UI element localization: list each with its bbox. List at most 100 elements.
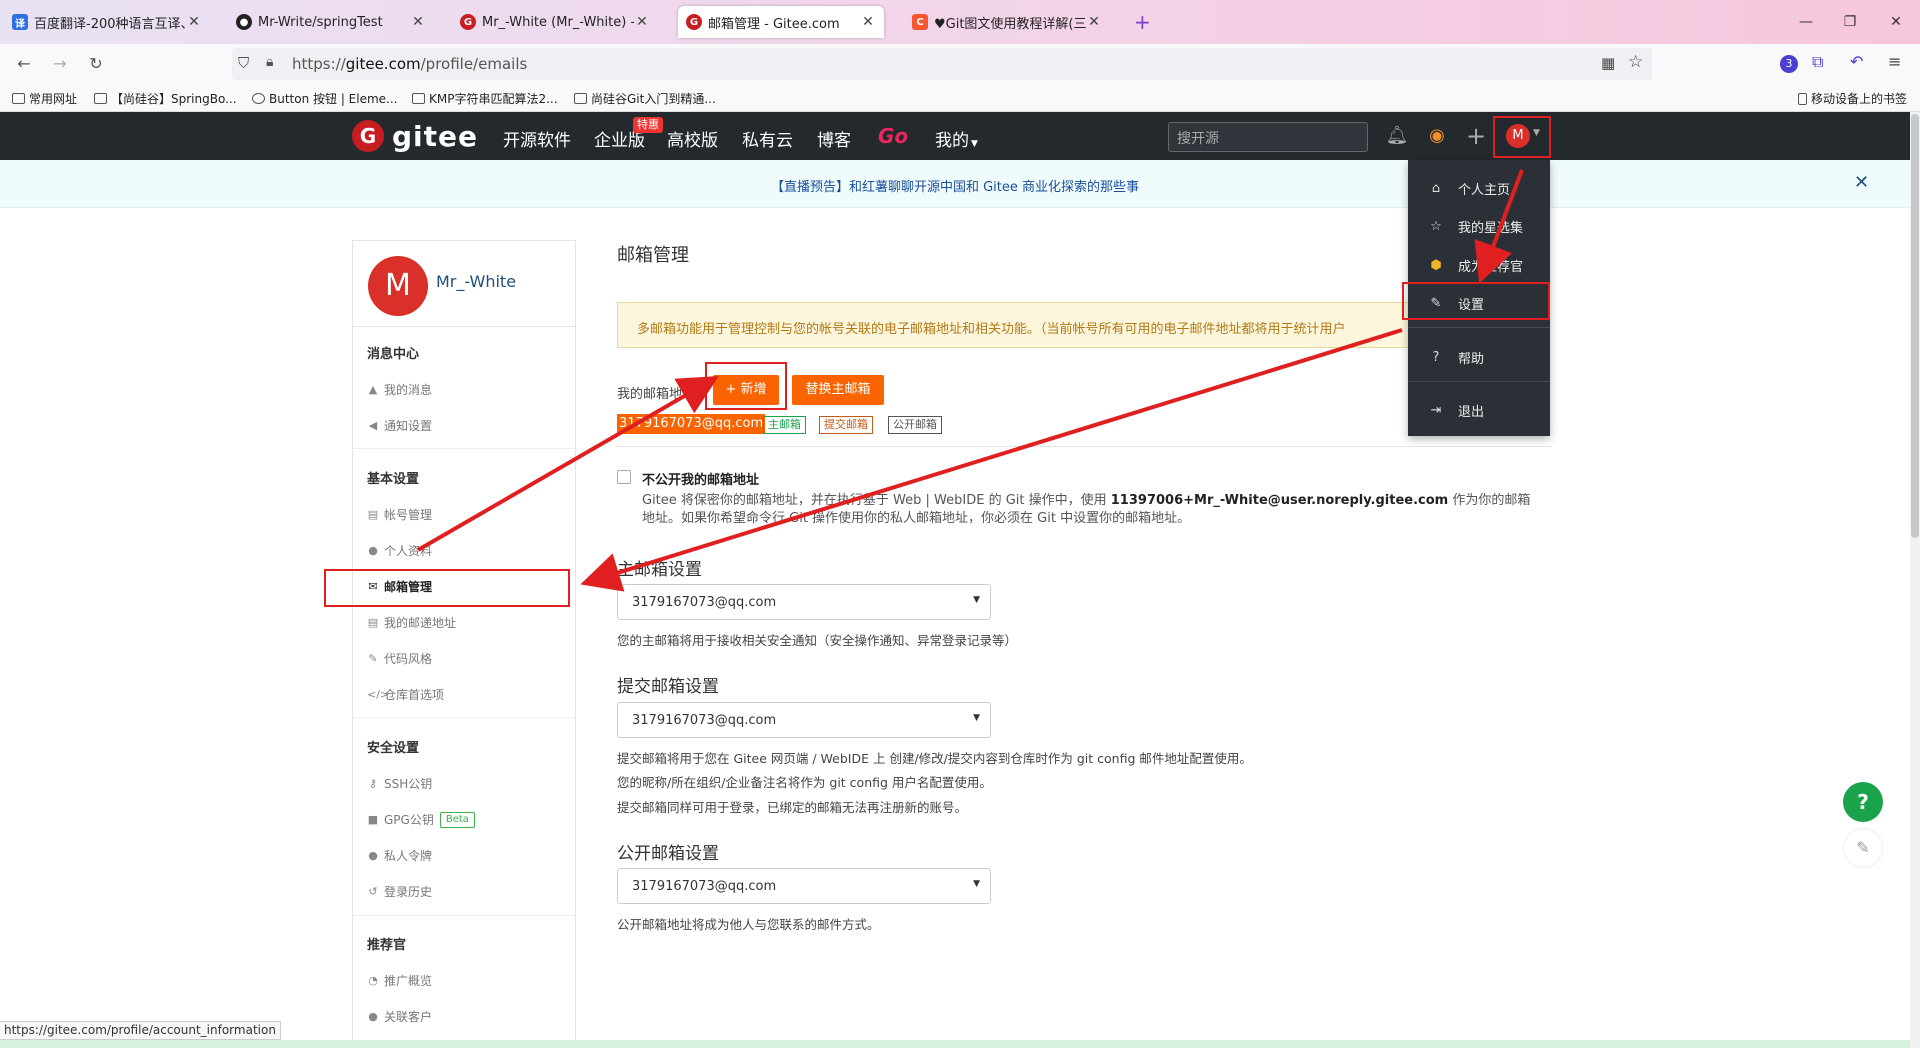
menu-item-help[interactable]: ? 帮助 [1428,348,1484,367]
caret-down-icon: ▼ [973,879,980,889]
sidebar-item-gpg[interactable]: ■ GPG公钥 Beta [367,811,475,828]
bookmark-icon [94,93,107,104]
url-host: gitee.com [345,55,421,73]
bell-icon[interactable]: 🔔︎ [1385,124,1409,148]
qr-code-icon[interactable]: ▦ [1601,54,1615,72]
feedback-edit-icon[interactable]: ✎ [1843,828,1883,868]
browser-tab-emails[interactable]: G 邮箱管理 - Gitee.com ✕ [678,6,884,38]
sidebar-item-token[interactable]: ● 私人令牌 [367,847,432,864]
menu-item-label: 个人主页 [1458,183,1511,198]
minimize-icon[interactable]: — [1786,8,1826,36]
public-tag: 公开邮箱 [888,416,942,434]
nav-education[interactable]: 高校版 [667,126,718,151]
extension-icon[interactable]: ⧉ [1812,52,1823,72]
browser-tab-gitee-profile[interactable]: G Mr_-White (Mr_-White) - Gitee ✕ [452,6,658,38]
mobile-bookmarks[interactable]: 移动设备上的书签 [1798,90,1907,107]
caret-down-icon: ▼ [971,139,978,149]
recommend-icon[interactable]: ◉ [1425,124,1449,148]
sidebar-item-repo-prefs[interactable]: </> 仓库首选项 [367,686,444,703]
nav-open-source[interactable]: 开源软件 [503,126,571,151]
promo-badge: 特惠 [633,117,663,133]
announcement-close-icon[interactable]: ✕ [1854,172,1869,193]
close-icon[interactable]: ✕ [410,14,426,30]
history-icon: ↺ [368,885,378,898]
menu-item-collections[interactable]: ☆ 我的星选集 [1428,217,1523,236]
url-text[interactable]: https://gitee.com/profile/emails [292,54,527,74]
select-value: 3179167073@qq.com [632,713,777,728]
menu-icon[interactable]: ≡ [1888,52,1901,71]
sidebar-item-account[interactable]: ▤ 帐号管理 [367,506,432,523]
bookmark-star-icon[interactable]: ☆ [1628,52,1643,72]
sidebar-item-code-style[interactable]: ✎ 代码风格 [367,650,432,667]
nav-blog[interactable]: 博客 [817,126,851,151]
sidebar-item-login-history[interactable]: ↺ 登录历史 [367,883,432,900]
menu-item-homepage[interactable]: ⌂ 个人主页 [1428,179,1510,198]
star-icon: ☆ [1430,219,1442,234]
nav-private-cloud[interactable]: 私有云 [742,126,793,151]
window-close-icon[interactable]: ✕ [1876,8,1916,36]
logout-icon: ⇥ [1430,403,1442,418]
public-email-select[interactable]: 3179167073@qq.com ▼ [617,868,991,904]
section-divider [617,446,1552,447]
menu-item-recommender[interactable]: ⬢ 成为推荐官 [1428,256,1523,275]
sidebar-item-label: 推广概览 [384,974,433,988]
bookmark-item[interactable]: KMP字符串匹配算法2... [412,90,558,107]
beta-badge: Beta [439,811,475,828]
sidebar-item-overview[interactable]: ◔ 推广概览 [367,972,432,989]
sidebar-item-ssh[interactable]: ⚷ SSH公钥 [367,775,432,792]
sidebar-item-notification-settings[interactable]: ◀ 通知设置 [367,417,432,434]
nav-go[interactable]: Go [878,124,908,148]
sidebar-avatar[interactable]: M [368,256,428,316]
commit-email-select[interactable]: 3179167073@qq.com ▼ [617,702,991,738]
extension-badge[interactable]: 3 [1780,55,1798,73]
scrollbar-thumb[interactable] [1911,114,1919,538]
forward-icon[interactable]: → [48,52,72,76]
csdn-icon: C [912,14,928,30]
tab-title: 百度翻译-200种语言互译、沟通 [34,16,186,32]
bookmark-item[interactable]: Button 按钮 | Eleme... [252,90,398,107]
sidebar-item-label: 代码风格 [384,652,433,666]
sidebar-item-profile[interactable]: ● 个人资料 [367,542,432,559]
private-email-label[interactable]: 不公开我的邮箱地址 [642,469,759,488]
close-icon[interactable]: ✕ [634,14,650,30]
caret-down-icon: ▼ [973,595,980,605]
reload-icon[interactable]: ↻ [84,52,108,76]
help-float-button[interactable]: ? [1843,782,1883,822]
announcement-text[interactable]: 【直播预告】和红薯聊聊开源中国和 Gitee 商业化探索的那些事 [0,176,1910,195]
nav-mine[interactable]: 我的 ▼ [935,126,978,151]
private-email-checkbox[interactable] [617,470,631,484]
bottom-strip [0,1040,1910,1048]
bookmark-label: 常用网址 [29,92,78,106]
browser-tab-github[interactable]: ● Mr-Write/springTest ✕ [228,6,434,38]
menu-item-logout[interactable]: ⇥ 退出 [1428,401,1484,420]
bookmark-item[interactable]: 尚硅谷Git入门到精通... [574,90,716,107]
sidebar-item-my-messages[interactable]: ▲ 我的消息 [367,381,432,398]
annotation-box-email-menu [324,569,570,607]
bookmark-item[interactable]: 【尚硅谷】SpringBo... [94,90,237,107]
close-icon[interactable]: ✕ [860,14,876,30]
sidebar-username[interactable]: Mr_-White [436,272,516,291]
new-tab-icon[interactable]: + [1134,10,1151,34]
switch-primary-button[interactable]: 替换主邮箱 [792,375,884,405]
back-icon[interactable]: ← [12,52,36,76]
close-icon[interactable]: ✕ [1086,14,1102,30]
undo-icon[interactable]: ↶ [1850,52,1863,71]
bookmark-item[interactable]: 常用网址 [12,90,77,107]
browser-tab-csdn[interactable]: C ♥Git图文使用教程详解(三)_生 ✕ [904,6,1110,38]
sidebar-divider [352,915,576,916]
close-icon[interactable]: ✕ [186,14,202,30]
restore-icon[interactable]: ❐ [1830,8,1870,36]
page-title: 邮箱管理 [617,245,689,266]
gitee-logo[interactable]: G gitee [352,120,478,153]
shield-icon[interactable]: ⛉ [238,54,249,72]
sidebar-item-clients[interactable]: ● 关联客户 [367,1008,432,1025]
sidebar-item-address[interactable]: ▤ 我的邮递地址 [367,614,456,631]
primary-email-select[interactable]: 3179167073@qq.com ▼ [617,584,991,620]
browser-tab-translate[interactable]: 译 百度翻译-200种语言互译、沟通 ✕ [4,6,210,38]
annotation-box-add [705,362,787,410]
plus-icon[interactable]: + [1464,124,1488,148]
code-icon: </> [367,688,390,701]
lock-icon[interactable]: 🔒︎ [266,54,273,70]
primary-email-title: 主邮箱设置 [617,560,702,580]
sidebar-item-label: 我的消息 [384,383,433,397]
